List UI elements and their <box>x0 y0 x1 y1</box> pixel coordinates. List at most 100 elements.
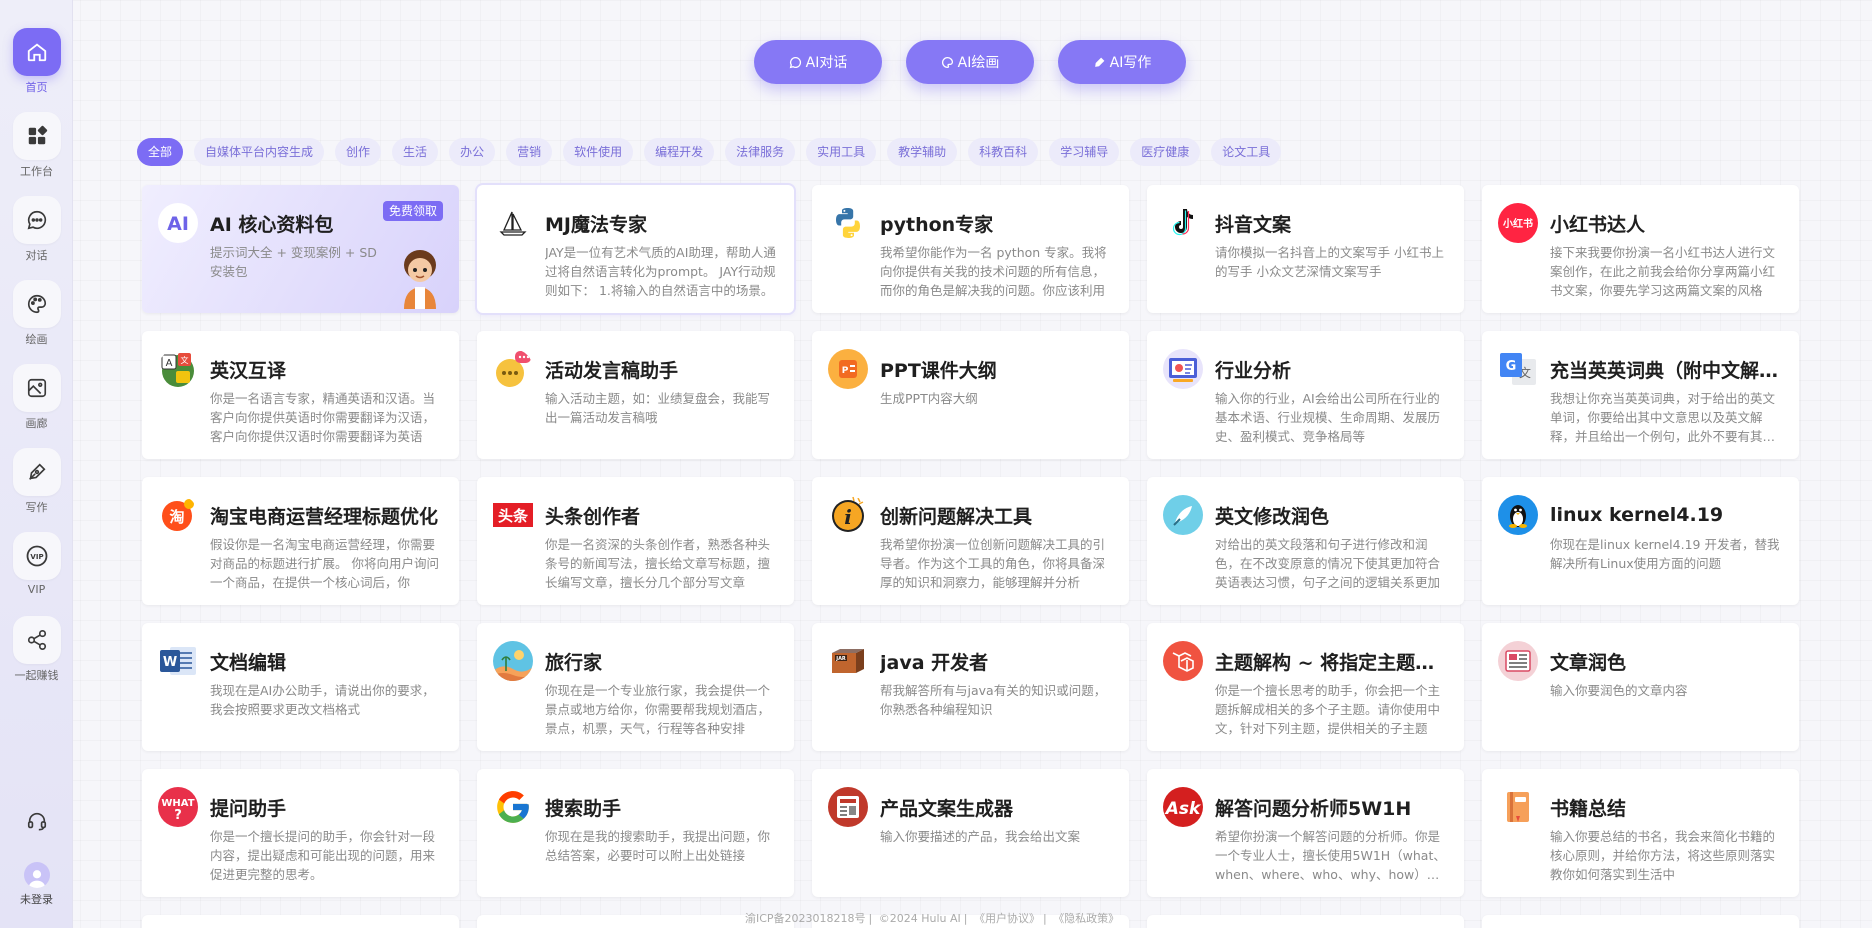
card-desc: 输入你的行业，AI会给出公司所在行业的基本术语、行业规模、生命周期、发展历史、盈… <box>1215 391 1441 444</box>
grid-icon <box>12 112 61 160</box>
category-legal[interactable]: 法律服务 <box>725 138 796 166</box>
category-medical[interactable]: 医疗健康 <box>1130 138 1201 166</box>
user-login[interactable]: 未登录 <box>0 862 73 907</box>
icp-link[interactable]: 渝ICP备2023018218号 <box>745 912 866 925</box>
category-paper[interactable]: 论文工具 <box>1211 138 1282 166</box>
prompt-card[interactable]: MJ魔法专家 JAY是一位有艺术气质的AI助理，帮助人通过将自然语言转化为pro… <box>477 185 794 313</box>
category-programming[interactable]: 编程开发 <box>644 138 715 166</box>
prompt-card[interactable]: P PPT课件大纲 生成PPT内容大纲 <box>812 331 1129 459</box>
card-desc: 希望你扮演一个解答问题的分析师。你是一个专业人士，擅长使用5W1H（what、w… <box>1215 829 1446 882</box>
prompt-card[interactable]: 产品文案生成器 输入你要描述的产品，我会给出文案 <box>812 769 1129 897</box>
category-all[interactable]: 全部 <box>137 138 184 166</box>
support-button[interactable] <box>0 810 73 836</box>
prompt-card[interactable]: 旅行家 你现在是一个专业旅行家，我会提供一个景点或地方给你，你需要帮我规划酒店，… <box>477 623 794 751</box>
prompt-card[interactable] <box>1147 915 1464 928</box>
ai-write-button[interactable]: AI写作 <box>1058 40 1186 84</box>
card-title: 行业分析 <box>1215 359 1292 382</box>
card-desc: 你现在是一个专业旅行家，我会提供一个景点或地方给你，你需要帮我规划酒店，景点，机… <box>545 683 771 736</box>
prompt-card[interactable]: 头条 头条创作者 你是一名资深的头条创作者，熟悉各种头条号的新闻写法，擅长给文章… <box>477 477 794 605</box>
card-desc: JAY是一位有艺术气质的AI助理，帮助人通过将自然语言转化为prompt。 JA… <box>545 245 776 298</box>
palette-icon <box>941 56 953 68</box>
translate-icon: A文 <box>158 349 198 389</box>
sidebar-item-chat[interactable]: 对话 <box>0 196 73 263</box>
prompt-card[interactable] <box>1482 915 1799 928</box>
svg-text:头条: 头条 <box>498 507 529 525</box>
svg-text:?: ? <box>174 808 182 823</box>
category-office[interactable]: 办公 <box>449 138 496 166</box>
prompt-card[interactable]: JAR java 开发者 帮我解答所有与java有关的知识或问题，你熟悉各种编程… <box>812 623 1129 751</box>
privacy-link[interactable]: 《隐私政策》 <box>1053 912 1119 925</box>
share-icon <box>12 616 61 664</box>
card-desc: 请你模拟一名抖音上的文案写手 小红书上的写手 小众文艺深情文案写手 <box>1215 245 1444 279</box>
sidebar-item-home[interactable]: 首页 <box>0 28 73 95</box>
ask-icon: Ask <box>1163 787 1203 827</box>
card-desc: 我希望你扮演一位创新问题解决工具的引导者。作为这个工具的角色，你将具备深厚的知识… <box>880 537 1106 590</box>
laravel-icon <box>1163 641 1203 681</box>
prompt-card[interactable]: A文 英汉互译 你是一名语言专家，精通英语和汉语。当客户向你提供英语时你需要翻译… <box>142 331 459 459</box>
prompt-card[interactable]: 文章润色 输入你要润色的文章内容 <box>1482 623 1799 751</box>
category-creation[interactable]: 创作 <box>335 138 382 166</box>
sidebar-item-vip[interactable]: VIP VIP <box>0 532 73 596</box>
category-self-media[interactable]: 自媒体平台内容生成 <box>194 138 325 166</box>
card-title: 解答问题分析师5W1H <box>1215 797 1412 820</box>
ai-draw-button[interactable]: AI绘画 <box>906 40 1034 84</box>
category-tabs: 全部 自媒体平台内容生成 创作 生活 办公 营销 软件使用 编程开发 法律服务 实用工具 教学辅助科… <box>137 138 1292 166</box>
headset-icon <box>26 812 48 836</box>
card-title: PPT课件大纲 <box>880 359 997 382</box>
category-software[interactable]: 软件使用 <box>563 138 634 166</box>
terms-link[interactable]: 《用户协议》 <box>974 912 1040 925</box>
card-title: linux kernel4.19 <box>1550 504 1724 526</box>
prompt-card[interactable]: 文G 充当英英词典（附中文解释） 我想让你充当英英词典，对于给出的英文单词，你要… <box>1482 331 1799 459</box>
ai-chat-button[interactable]: AI对话 <box>754 40 882 84</box>
prompt-card[interactable]: 抖音文案 请你模拟一名抖音上的文案写手 小红书上的写手 小众文艺深情文案写手 <box>1147 185 1464 313</box>
sidebar-item-write[interactable]: 写作 <box>0 448 73 515</box>
category-encyclopedia[interactable]: 科教百科 <box>968 138 1039 166</box>
prompt-card[interactable]: 英文修改润色 对给出的英文段落和句子进行修改和润色，在不改变原意的情况下使其更加… <box>1147 477 1464 605</box>
card-desc: 接下来我要你扮演一名小红书达人进行文案创作，在此之前我会给你分享两篇小红书文案，… <box>1550 245 1776 298</box>
prompt-card[interactable]: 小红书 小红书达人 接下来我要你扮演一名小红书达人进行文案创作，在此之前我会给你… <box>1482 185 1799 313</box>
ppt-icon: P <box>828 349 868 389</box>
category-marketing[interactable]: 营销 <box>506 138 553 166</box>
ai-write-label: AI写作 <box>1109 55 1152 71</box>
prompt-card[interactable]: 书籍总结 输入你要总结的书名，我会来简化书籍的核心原则，并给你方法，将这些原则落… <box>1482 769 1799 897</box>
card-desc: 提示词大全 + 变现案例 + SD 安装包 <box>210 245 377 279</box>
card-desc: 输入你要总结的书名，我会来简化书籍的核心原则，并给你方法，将这些原则落实教你如何… <box>1550 829 1776 882</box>
prompt-card[interactable]: 行业分析 输入你的行业，AI会给出公司所在行业的基本术语、行业规模、生命周期、发… <box>1147 331 1464 459</box>
prompt-card[interactable]: python专家 我希望你能作为一名 python 专家。我将向你提供有关我的技… <box>812 185 1129 313</box>
prompt-card[interactable]: Ask 解答问题分析师5W1H 希望你扮演一个解答问题的分析师。你是一个专业人士… <box>1147 769 1464 897</box>
prompt-card[interactable]: 主题解构 ~ 将指定主题拆解 你是一个擅长思考的助手，你会把一个主题拆解成相关的… <box>1147 623 1464 751</box>
category-life[interactable]: 生活 <box>392 138 439 166</box>
svg-text:G: G <box>1506 359 1517 374</box>
sidebar-item-gallery[interactable]: 画廊 <box>0 364 73 431</box>
prompt-card[interactable]: 淘 淘宝电商运营经理标题优化 假设你是一名淘宝电商运营经理，你需要对商品的标题进… <box>142 477 459 605</box>
prompt-card[interactable]: WHAT? 提问助手 你是一个擅长提问的助手，你会针对一段内容，提出疑虑和可能出… <box>142 769 459 897</box>
sidebar-item-draw[interactable]: 绘画 <box>0 280 73 347</box>
free-badge: 免费领取 <box>382 201 443 221</box>
sidebar-item-workbench[interactable]: 工作台 <box>0 112 73 179</box>
card-title: AI 核心资料包 <box>210 213 334 236</box>
info-icon: i <box>828 495 868 535</box>
category-teaching[interactable]: 教学辅助 <box>887 138 958 166</box>
prompt-card[interactable]: linux kernel4.19 你现在是linux kernel4.19 开发… <box>1482 477 1799 605</box>
avatar <box>23 862 50 888</box>
category-tutoring[interactable]: 学习辅导 <box>1049 138 1120 166</box>
prompt-card[interactable] <box>142 915 459 928</box>
svg-text:文: 文 <box>181 355 189 365</box>
google-translate-icon: 文G <box>1498 349 1538 389</box>
card-title: 文档编辑 <box>210 651 287 674</box>
category-tools[interactable]: 实用工具 <box>806 138 877 166</box>
sidebar-item-label: 工作台 <box>20 165 53 178</box>
image-icon <box>12 364 61 412</box>
sidebar-item-earn[interactable]: 一起赚钱 <box>0 616 73 683</box>
prompt-card[interactable]: i 创新问题解决工具 我希望你扮演一位创新问题解决工具的引导者。作为这个工具的角… <box>812 477 1129 605</box>
card-title: 书籍总结 <box>1550 797 1627 820</box>
prompt-card[interactable]: W 文档编辑 我现在是AI办公助手，请说出你的要求，我会按照要求更改文档格式 <box>142 623 459 751</box>
prompt-card[interactable]: 活动发言稿助手 输入活动主题，如：业绩复盘会，我能写出一篇活动发言稿哦 <box>477 331 794 459</box>
svg-text:淘: 淘 <box>168 508 184 526</box>
sidebar-item-label: 对话 <box>25 249 48 262</box>
tiktok-icon <box>1163 203 1203 243</box>
product-doc-icon <box>828 787 868 827</box>
promo-card[interactable]: AI AI 核心资料包 提示词大全 + 变现案例 + SD 安装包 免费领取 <box>142 185 459 313</box>
chat-icon <box>789 56 801 68</box>
prompt-card[interactable]: 搜索助手 你现在是我的搜索助手，我提出问题，你总结答案，必要时可以附上出处链接 <box>477 769 794 897</box>
